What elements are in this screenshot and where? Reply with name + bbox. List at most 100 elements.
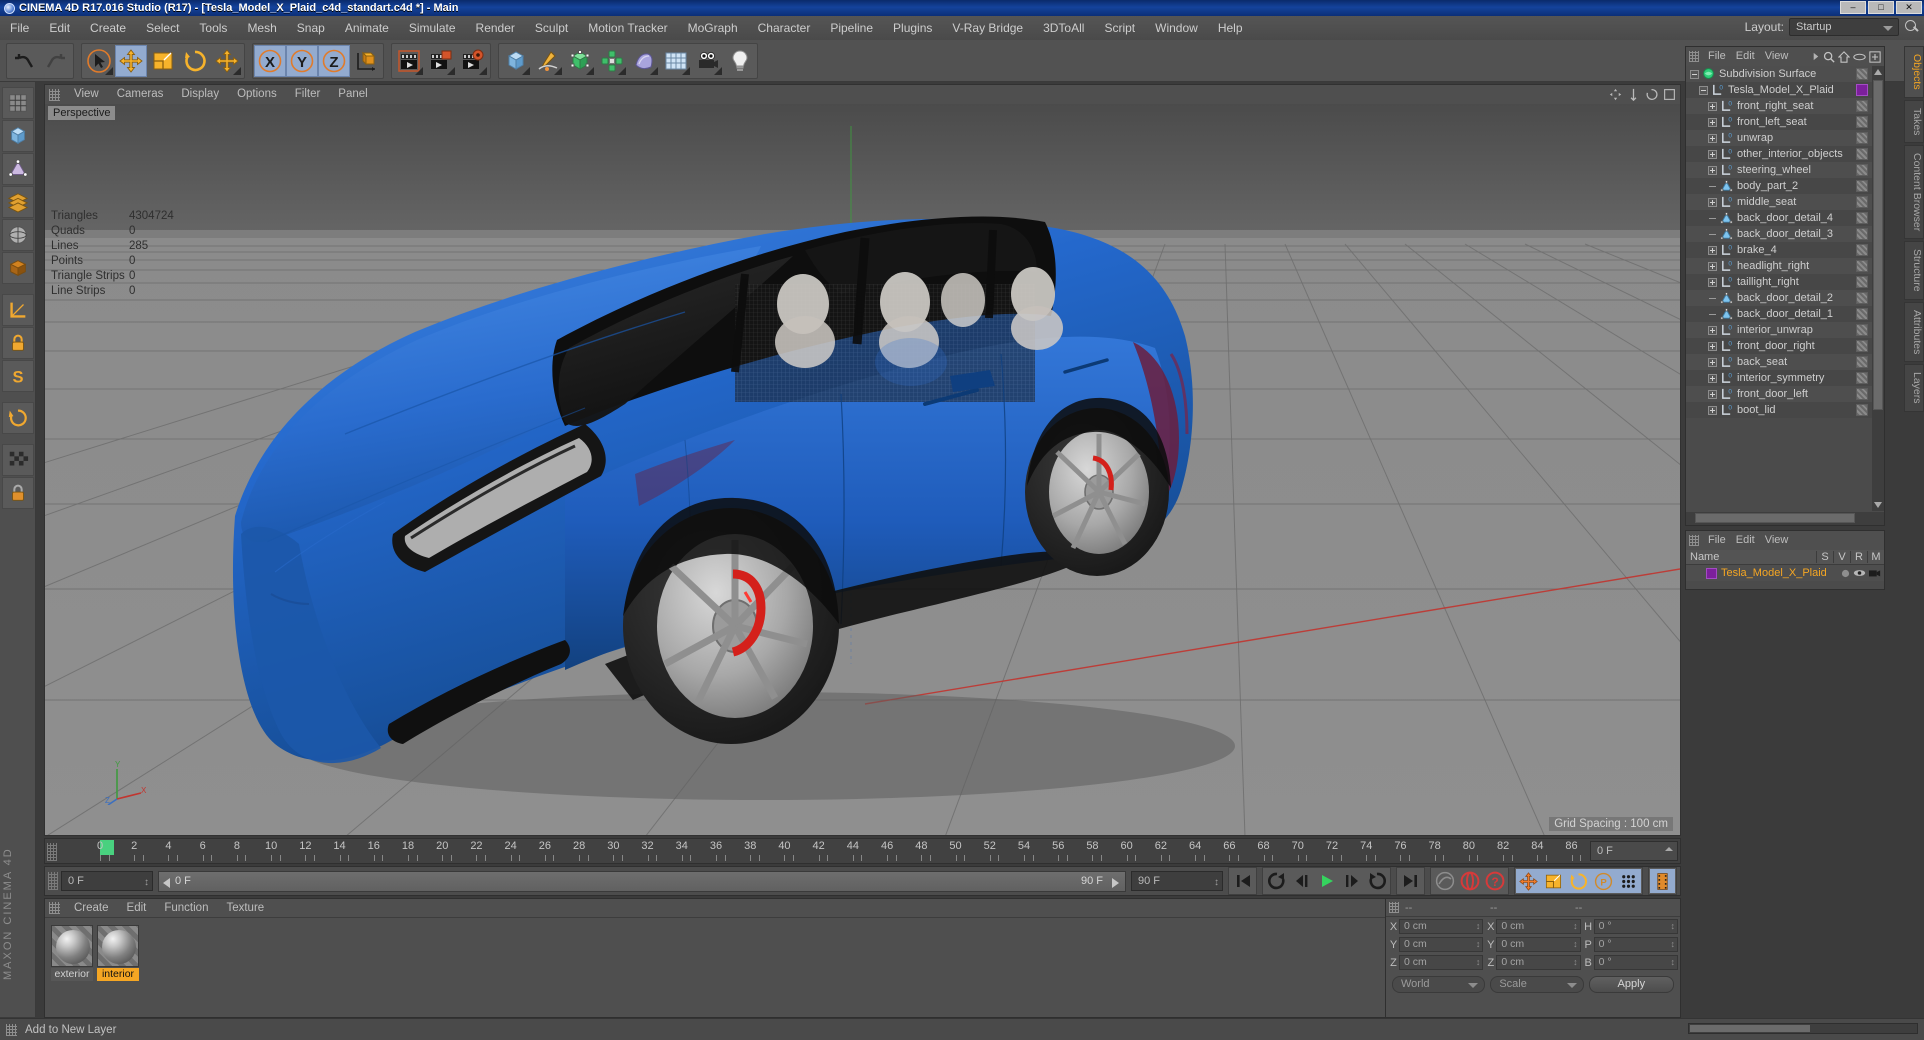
tree-expand-toggle[interactable]	[1708, 389, 1717, 399]
object-tree-vertical-scrollbar[interactable]	[1872, 66, 1884, 511]
record-active-objects-button[interactable]	[1457, 869, 1482, 893]
position-field-x[interactable]: 0 cm	[1399, 919, 1484, 934]
coordinate-system-dropdown[interactable]: World	[1392, 976, 1486, 993]
position-field-z[interactable]: 0 cm	[1399, 955, 1484, 970]
render-settings-button[interactable]	[457, 44, 489, 77]
menu-item-create[interactable]: Create	[80, 16, 136, 40]
measure-tool-button[interactable]	[2, 294, 34, 326]
param-key-button[interactable]: P	[1591, 869, 1616, 893]
viewport-menu-display[interactable]: Display	[172, 85, 228, 104]
layer-manager-menu-file[interactable]: File	[1703, 531, 1731, 550]
timeline-ruler[interactable]: 0 2 4 6 8 10 12 14 16 18 20 22 24 26 28 30 32 34 36 38 40 42 4…	[44, 838, 1681, 864]
light-object-button[interactable]	[724, 44, 756, 77]
menu-item-render[interactable]: Render	[466, 16, 525, 40]
dock-tab-layers[interactable]: Layers	[1904, 364, 1924, 412]
loop-button[interactable]	[1364, 869, 1389, 893]
object-tree-node[interactable]: 0 other_interior_objects	[1686, 146, 1872, 162]
panel-grip-icon[interactable]	[6, 1023, 17, 1036]
workplane-lock-button[interactable]	[2, 477, 34, 509]
camera-object-button[interactable]	[692, 44, 724, 77]
window-controls[interactable]: – □ ✕	[1840, 1, 1922, 14]
object-tag[interactable]	[1856, 388, 1868, 400]
object-tag[interactable]	[1856, 132, 1868, 144]
lock-y-axis-button[interactable]: Y	[286, 44, 318, 77]
object-tree-node[interactable]: 0 boot_lid	[1686, 402, 1872, 418]
tree-expand-toggle[interactable]	[1708, 197, 1717, 207]
object-tag[interactable]	[1856, 212, 1868, 224]
environment-object-button[interactable]	[660, 44, 692, 77]
polygon-mode-button[interactable]	[2, 186, 34, 218]
object-tag[interactable]	[1856, 356, 1868, 368]
search-icon[interactable]	[1904, 19, 1920, 35]
rotation-field-h[interactable]: 0 °	[1593, 919, 1678, 934]
object-tag[interactable]	[1856, 404, 1868, 416]
object-tree-node[interactable]: 0 back_seat	[1686, 354, 1872, 370]
close-button[interactable]: ✕	[1896, 1, 1922, 14]
keyframe-strip-button[interactable]	[1650, 869, 1675, 893]
layout-dropdown[interactable]: Startup	[1789, 18, 1899, 36]
menu-item-mograph[interactable]: MoGraph	[678, 16, 748, 40]
object-tag[interactable]	[1856, 276, 1868, 288]
object-tag[interactable]	[1856, 244, 1868, 256]
object-tag[interactable]	[1856, 196, 1868, 208]
object-tree-node[interactable]: 0 interior_symmetry	[1686, 370, 1872, 386]
object-tree-node[interactable]: 0 brake_4	[1686, 242, 1872, 258]
right-dock-tabs[interactable]: Objects Takes Content Browser Structure Attr…	[1904, 46, 1924, 846]
go-to-end-button[interactable]	[1398, 869, 1423, 893]
object-manager-menu-file[interactable]: File	[1703, 47, 1731, 66]
timeline-track-bar[interactable]: 0 F 90 F	[158, 870, 1126, 892]
point-mode-button[interactable]	[2, 120, 34, 152]
menu-item-tools[interactable]: Tools	[189, 16, 237, 40]
lock-z-axis-button[interactable]: Z	[318, 44, 350, 77]
cube-primitive-button[interactable]	[500, 44, 532, 77]
object-manager-tool-icons[interactable]	[1811, 50, 1884, 63]
tree-expand-toggle[interactable]	[1708, 101, 1717, 111]
size-field-y[interactable]: 0 cm	[1496, 937, 1581, 952]
object-tag[interactable]	[1856, 292, 1868, 304]
rotation-field-b[interactable]: 0 °	[1593, 955, 1678, 970]
snap-settings-button[interactable]: S	[2, 360, 34, 392]
object-tree-node[interactable]: 0 front_right_seat	[1686, 98, 1872, 114]
material-swatch[interactable]: interior	[97, 925, 139, 981]
undo-button[interactable]	[8, 44, 40, 77]
menu-item-script[interactable]: Script	[1094, 16, 1145, 40]
edge-mode-button[interactable]	[2, 153, 34, 185]
redo-button[interactable]	[40, 44, 72, 77]
minimize-button[interactable]: –	[1840, 1, 1866, 14]
menu-item-snap[interactable]: Snap	[287, 16, 335, 40]
move-axis-tool-button[interactable]	[211, 44, 243, 77]
object-tag[interactable]	[1856, 308, 1868, 320]
transform-mode-dropdown[interactable]: Scale	[1490, 976, 1584, 993]
object-tree-node[interactable]: back_door_detail_1	[1686, 306, 1872, 322]
object-tag[interactable]	[1856, 324, 1868, 336]
lock-axis-button[interactable]	[2, 327, 34, 359]
material-list[interactable]: exterior interior	[45, 918, 1413, 988]
tree-expand-toggle[interactable]	[1699, 85, 1708, 95]
size-field-z[interactable]: 0 cm	[1496, 955, 1581, 970]
panel-grip-icon[interactable]	[1389, 902, 1399, 913]
material-menu-function[interactable]: Function	[155, 899, 217, 918]
position-field-y[interactable]: 0 cm	[1399, 937, 1484, 952]
viewport-menu-panel[interactable]: Panel	[329, 85, 376, 104]
panel-grip-icon[interactable]	[1689, 51, 1699, 62]
tree-expand-toggle[interactable]	[1708, 245, 1717, 255]
dock-tab-structure[interactable]: Structure	[1904, 241, 1924, 300]
layer-manager-menu-view[interactable]: View	[1760, 531, 1794, 550]
object-manager-menu-view[interactable]: View	[1760, 47, 1794, 66]
object-tree-node[interactable]: 0 unwrap	[1686, 130, 1872, 146]
object-tree-node[interactable]: back_door_detail_3	[1686, 226, 1872, 242]
material-menu-texture[interactable]: Texture	[217, 899, 273, 918]
end-frame-field[interactable]: 90 F	[1131, 871, 1223, 892]
track-left-arrow-icon[interactable]	[163, 877, 170, 888]
play-button[interactable]	[1314, 869, 1339, 893]
dock-tab-content-browser[interactable]: Content Browser	[1904, 145, 1924, 240]
object-tree-node[interactable]: back_door_detail_4	[1686, 210, 1872, 226]
object-tree-horizontal-scrollbar[interactable]	[1686, 512, 1884, 525]
texture-mode-button[interactable]	[2, 252, 34, 284]
next-frame-button[interactable]	[1339, 869, 1364, 893]
object-tree-node[interactable]: Subdivision Surface	[1686, 66, 1872, 82]
object-tree-node[interactable]: 0 steering_wheel	[1686, 162, 1872, 178]
dock-tab-attributes[interactable]: Attributes	[1904, 301, 1924, 363]
object-tree-node[interactable]: 0 headlight_right	[1686, 258, 1872, 274]
object-tag[interactable]	[1856, 148, 1868, 160]
